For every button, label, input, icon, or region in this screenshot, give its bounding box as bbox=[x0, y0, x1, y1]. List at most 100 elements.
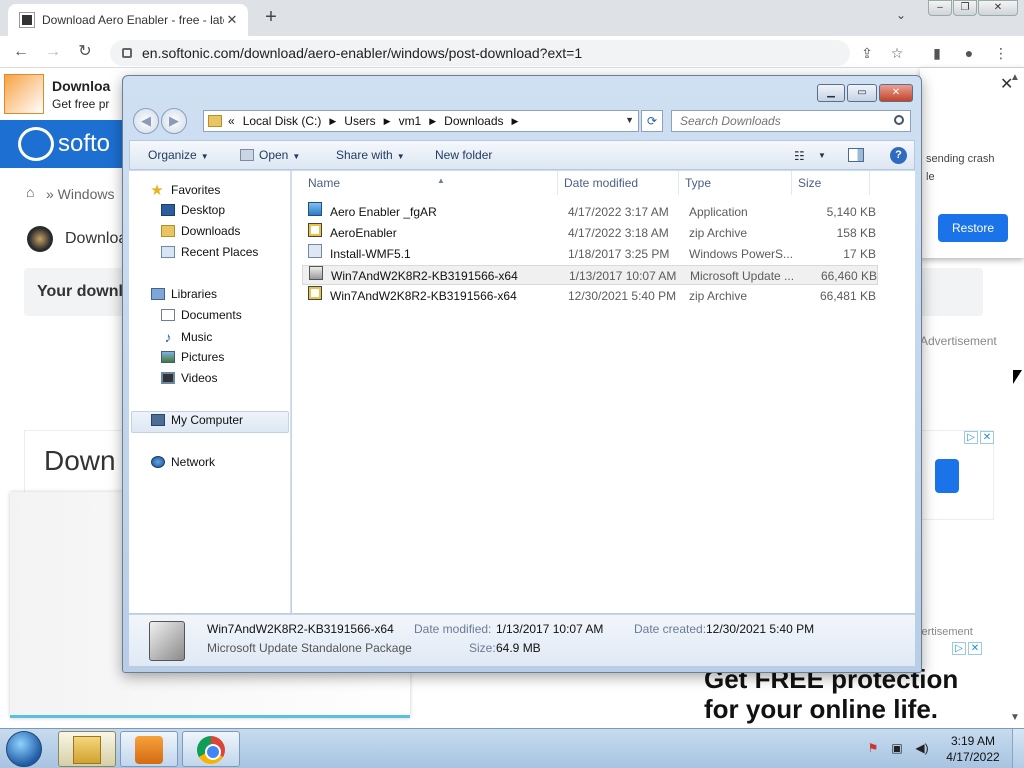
ad-headline-block[interactable]: Get FREE protection for your online life… bbox=[660, 664, 1020, 728]
scroll-down-icon[interactable]: ▼ bbox=[1010, 712, 1020, 723]
address-dropdown-icon[interactable]: ▼ bbox=[625, 115, 634, 125]
explorer-minimize-button[interactable]: ▁ bbox=[817, 84, 845, 102]
crumb-separator-icon[interactable]: ▶ bbox=[429, 116, 436, 127]
url-text[interactable]: en.softonic.com/download/aero-enabler/wi… bbox=[142, 45, 582, 61]
back-button[interactable]: ← bbox=[10, 41, 32, 63]
file-date: 4/17/2022 3:18 AM bbox=[568, 226, 669, 240]
column-name-label: Name bbox=[308, 176, 341, 190]
nav-favorites[interactable]: ★ Favorites bbox=[149, 181, 220, 199]
taskbar-chrome-button[interactable] bbox=[182, 731, 240, 767]
nav-network[interactable]: Network bbox=[151, 455, 215, 469]
new-folder-button[interactable]: New folder bbox=[435, 148, 492, 162]
softonic-logo-icon[interactable] bbox=[18, 127, 54, 161]
ad-box-title: Down bbox=[44, 445, 116, 476]
open-button[interactable]: Open ▼ bbox=[240, 148, 300, 162]
crumb-local-disk[interactable]: Local Disk (C:) bbox=[243, 114, 322, 128]
nav-videos[interactable]: Videos bbox=[161, 371, 217, 385]
home-icon[interactable]: ⌂ bbox=[26, 184, 34, 200]
taskbar-media-player-button[interactable] bbox=[120, 731, 178, 767]
column-header-name[interactable]: Name ▲ bbox=[302, 171, 558, 195]
browser-tab[interactable]: Download Aero Enabler - free - late ✕ bbox=[8, 4, 248, 36]
file-row-selected[interactable]: Win7AndW2K8R2-KB3191566-x64 1/13/2017 10… bbox=[302, 265, 878, 285]
explorer-maximize-button[interactable]: ▭ bbox=[847, 84, 877, 102]
explorer-address-bar[interactable]: « Local Disk (C:) ▶ Users ▶ vm1 ▶ Downlo… bbox=[203, 110, 639, 132]
breadcrumb-windows[interactable]: » Windows bbox=[46, 186, 114, 202]
adchoices-icon-2[interactable]: ▷ bbox=[952, 642, 966, 655]
nav-documents[interactable]: Documents bbox=[161, 308, 242, 322]
explorer-back-button[interactable]: ◀ bbox=[133, 108, 159, 134]
help-icon[interactable]: ? bbox=[890, 147, 907, 164]
crumb-separator-icon[interactable]: ▶ bbox=[329, 116, 336, 127]
tab-search-button[interactable]: ⌄ bbox=[896, 8, 906, 22]
start-button[interactable] bbox=[6, 731, 42, 767]
address-bar[interactable]: en.softonic.com/download/aero-enabler/wi… bbox=[110, 40, 850, 66]
nav-music[interactable]: ♪ Music bbox=[161, 329, 213, 345]
show-desktop-button[interactable] bbox=[1012, 729, 1024, 768]
softonic-brand[interactable]: softo bbox=[58, 130, 110, 158]
nav-recent-places[interactable]: Recent Places bbox=[161, 245, 258, 259]
browser-tabstrip: Download Aero Enabler - free - late ✕ + … bbox=[0, 0, 1024, 36]
column-header-date-modified[interactable]: Date modified bbox=[558, 171, 679, 195]
share-icon[interactable]: ⇪ bbox=[858, 44, 876, 62]
network-tray-icon[interactable]: ▣ bbox=[890, 741, 904, 755]
bookmark-star-icon[interactable]: ☆ bbox=[888, 44, 906, 62]
nav-pictures[interactable]: Pictures bbox=[161, 350, 224, 364]
column-header-size[interactable]: Size bbox=[792, 171, 870, 195]
nav-libraries[interactable]: Libraries bbox=[151, 287, 217, 301]
taskbar-explorer-button[interactable] bbox=[58, 731, 116, 767]
adchoices-icon[interactable]: ▷ bbox=[964, 431, 978, 444]
crumb-vm1[interactable]: vm1 bbox=[399, 114, 422, 128]
nav-downloads[interactable]: Downloads bbox=[161, 224, 240, 238]
views-icon[interactable]: ☷ bbox=[794, 149, 805, 163]
taskbar-clock[interactable]: 3:19 AM 4/17/2022 bbox=[938, 733, 1008, 765]
nav-my-computer[interactable]: My Computer bbox=[151, 413, 243, 427]
column-header-type[interactable]: Type bbox=[679, 171, 792, 195]
file-row[interactable]: AeroEnabler 4/17/2022 3:18 AM zip Archiv… bbox=[302, 223, 878, 243]
browser-maximize-button[interactable]: ❐ bbox=[953, 0, 977, 16]
scroll-up-icon[interactable]: ▲ bbox=[1010, 72, 1020, 83]
browser-close-button[interactable]: ✕ bbox=[978, 0, 1018, 16]
new-tab-button[interactable]: + bbox=[260, 6, 282, 29]
restore-button[interactable]: Restore bbox=[938, 214, 1008, 242]
search-icon[interactable] bbox=[894, 115, 904, 125]
ad-close-icon-2[interactable]: ✕ bbox=[968, 642, 982, 655]
chevron-down-icon: ▼ bbox=[200, 152, 209, 161]
crumb-separator-icon[interactable]: ▶ bbox=[384, 116, 391, 127]
file-row[interactable]: Win7AndW2K8R2-KB3191566-x64 12/30/2021 5… bbox=[302, 286, 878, 306]
ad-box-button[interactable] bbox=[935, 459, 959, 493]
file-row[interactable]: Install-WMF5.1 1/18/2017 3:25 PM Windows… bbox=[302, 244, 878, 264]
nav-desktop[interactable]: Desktop bbox=[161, 203, 225, 217]
crumb-downloads[interactable]: Downloads bbox=[444, 114, 503, 128]
search-input[interactable] bbox=[672, 111, 882, 131]
nav-documents-label: Documents bbox=[181, 308, 242, 322]
action-center-flag-icon[interactable]: ⚑ bbox=[866, 741, 880, 755]
organize-button[interactable]: Organize ▼ bbox=[148, 148, 209, 162]
lock-icon[interactable] bbox=[122, 48, 132, 58]
preview-pane-icon[interactable] bbox=[848, 148, 864, 162]
tab-close-icon[interactable]: ✕ bbox=[224, 12, 240, 28]
share-with-button[interactable]: Share with ▼ bbox=[336, 148, 405, 162]
profile-icon[interactable]: ● bbox=[960, 44, 978, 62]
reload-button[interactable]: ↻ bbox=[74, 41, 96, 63]
crumb-separator-icon[interactable]: ▶ bbox=[512, 116, 519, 127]
details-file-type: Microsoft Update Standalone Package bbox=[207, 641, 412, 655]
file-name: Aero Enabler _fgAR bbox=[330, 205, 437, 219]
explorer-close-button[interactable]: ✕ bbox=[879, 84, 913, 102]
browser-minimize-button[interactable]: – bbox=[928, 0, 952, 16]
explorer-forward-button[interactable]: ▶ bbox=[161, 108, 187, 134]
address-chevron[interactable]: « bbox=[228, 114, 235, 128]
documents-icon bbox=[161, 309, 175, 321]
side-panel-icon[interactable]: ▮ bbox=[928, 44, 946, 62]
sponsor-banner[interactable]: Downloa Get free pr bbox=[0, 72, 130, 118]
ad-close-icon[interactable]: ✕ bbox=[980, 431, 994, 444]
search-downloads-box[interactable] bbox=[671, 110, 911, 132]
refresh-icon[interactable]: ⟳ bbox=[641, 110, 663, 132]
advertisement-label: Advertisement bbox=[920, 334, 997, 348]
chrome-menu-icon[interactable]: ⋮ bbox=[992, 44, 1010, 62]
details-file-name: Win7AndW2K8R2-KB3191566-x64 bbox=[207, 622, 394, 636]
volume-icon[interactable]: ◀) bbox=[912, 741, 932, 755]
crumb-users[interactable]: Users bbox=[344, 114, 375, 128]
file-row[interactable]: Aero Enabler _fgAR 4/17/2022 3:17 AM App… bbox=[302, 202, 878, 222]
views-dropdown-icon[interactable]: ▼ bbox=[818, 151, 826, 160]
forward-button[interactable]: → bbox=[42, 41, 64, 63]
